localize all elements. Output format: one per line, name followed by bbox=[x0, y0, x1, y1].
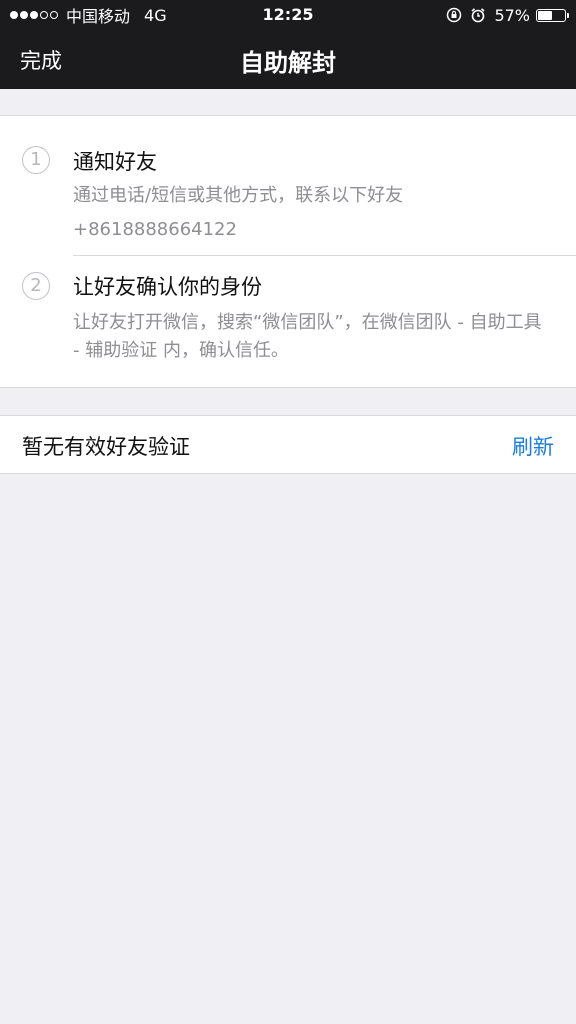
battery-percent: 57% bbox=[494, 5, 530, 25]
top-bar: 中国移动 4G 12:25 57% 完成 自助解封 bbox=[0, 0, 576, 89]
step-2-description: 让好友打开微信，搜索“微信团队”，在微信团队 - 自助工具 - 辅助验证 内，确… bbox=[73, 312, 542, 361]
page-title: 自助解封 bbox=[240, 49, 336, 77]
friend-phone-number: +8618888664122 bbox=[73, 219, 237, 240]
status-right: 57% bbox=[446, 5, 569, 25]
steps-card: 1 通知好友 通过电话/短信或其他方式，联系以下好友 +861888866412… bbox=[0, 115, 576, 388]
step-1-number: 1 bbox=[22, 146, 50, 174]
step-divider bbox=[73, 255, 576, 256]
refresh-button[interactable]: 刷新 bbox=[512, 431, 554, 461]
verification-row: 暂无有效好友验证 刷新 bbox=[0, 415, 576, 474]
battery-icon bbox=[536, 8, 569, 22]
step-2-number: 2 bbox=[22, 272, 50, 300]
step-1-description: 通过电话/短信或其他方式，联系以下好友 bbox=[73, 185, 404, 206]
step-2-title: 让好友确认你的身份 bbox=[73, 275, 262, 299]
alarm-icon bbox=[470, 7, 486, 23]
orientation-lock-icon bbox=[446, 7, 462, 23]
verification-status: 暂无有效好友验证 bbox=[22, 435, 190, 459]
step-1-title: 通知好友 bbox=[73, 150, 157, 174]
status-bar: 中国移动 4G 12:25 57% bbox=[0, 0, 576, 30]
